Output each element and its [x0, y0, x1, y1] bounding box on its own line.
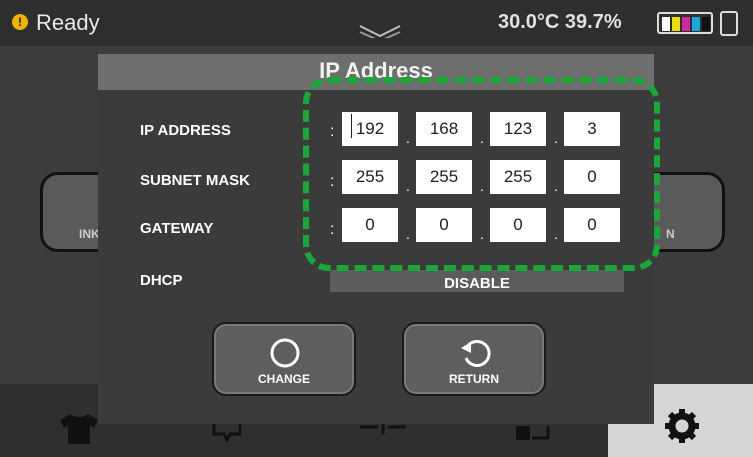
- status-bar: ! Ready 30.0°C 39.7%: [0, 0, 753, 46]
- circle-icon: [270, 338, 300, 368]
- subnet-octet-4[interactable]: 0: [564, 160, 620, 194]
- tshirt-icon[interactable]: [56, 412, 102, 444]
- ip-octet-2[interactable]: 168: [416, 112, 472, 146]
- dhcp-label: DHCP: [140, 272, 183, 289]
- gear-icon[interactable]: [664, 408, 700, 444]
- warning-icon: !: [12, 14, 28, 30]
- ink-level-icon[interactable]: [657, 12, 713, 34]
- refresh-icon: [461, 339, 491, 367]
- gateway-octet-4[interactable]: 0: [564, 208, 620, 242]
- temperature-humidity: 30.0°C 39.7%: [498, 11, 622, 33]
- ip-address-dialog: IP Address IP ADDRESS : 192 . 168 . 123 …: [98, 54, 654, 424]
- subnet-octet-3[interactable]: 255: [490, 160, 546, 194]
- gateway-octet-1[interactable]: 0: [342, 208, 398, 242]
- battery-icon: [720, 11, 738, 36]
- dialog-title: IP Address: [319, 58, 433, 83]
- gateway-octet-3[interactable]: 0: [490, 208, 546, 242]
- return-button[interactable]: RETURN: [402, 322, 546, 396]
- ip-octet-3[interactable]: 123: [490, 112, 546, 146]
- dhcp-value: DISABLE: [444, 275, 510, 292]
- subnet-mask-label: SUBNET MASK: [140, 172, 251, 189]
- ip-address-label: IP ADDRESS: [140, 122, 231, 139]
- text-cursor: [351, 114, 352, 138]
- subnet-octet-1[interactable]: 255: [342, 160, 398, 194]
- gateway-label: GATEWAY: [140, 220, 214, 237]
- change-button[interactable]: CHANGE: [212, 322, 356, 396]
- status-label: Ready: [36, 10, 100, 35]
- gateway-octet-2[interactable]: 0: [416, 208, 472, 242]
- menu-chevron-icon[interactable]: [356, 8, 404, 38]
- subnet-octet-2[interactable]: 255: [416, 160, 472, 194]
- ip-octet-4[interactable]: 3: [564, 112, 620, 146]
